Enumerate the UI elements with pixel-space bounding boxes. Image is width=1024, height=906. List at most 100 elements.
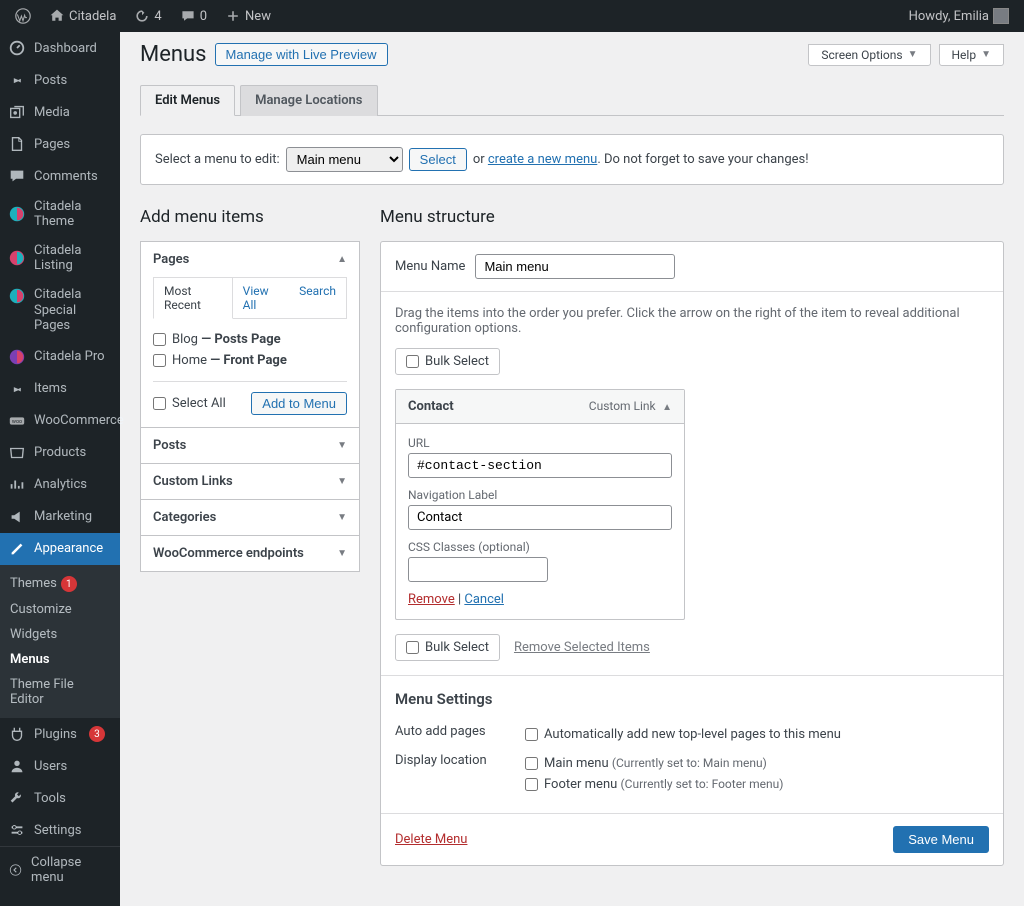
display-location-label: Display location bbox=[395, 753, 525, 795]
sidebar-comments[interactable]: Comments bbox=[0, 160, 120, 192]
page-icon bbox=[8, 135, 26, 153]
comments[interactable]: 0 bbox=[173, 0, 214, 32]
sidebar-citadela-pro[interactable]: Citadela Pro bbox=[0, 341, 120, 373]
remove-item-link[interactable]: Remove bbox=[408, 592, 455, 607]
sidebar-users[interactable]: Users bbox=[0, 750, 120, 782]
css-input[interactable] bbox=[408, 557, 548, 582]
tab-view-all[interactable]: View All bbox=[233, 278, 289, 318]
select-all[interactable]: Select All bbox=[153, 393, 226, 414]
caret-down-icon: ▼ bbox=[337, 512, 347, 523]
admin-bar: Citadela 4 0 New Howdy, Emilia bbox=[0, 0, 1024, 32]
dashboard-icon bbox=[8, 39, 26, 57]
updates[interactable]: 4 bbox=[127, 0, 168, 32]
bulk-select-top[interactable]: Bulk Select bbox=[395, 348, 500, 375]
pin-icon bbox=[8, 380, 26, 398]
url-label: URL bbox=[408, 436, 672, 450]
help-button[interactable]: Help▼ bbox=[939, 44, 1005, 66]
auto-add-check[interactable]: Automatically add new top-level pages to… bbox=[525, 724, 989, 745]
add-items-heading: Add menu items bbox=[140, 207, 360, 227]
screen-options-button[interactable]: Screen Options▼ bbox=[808, 44, 930, 66]
accordion-posts[interactable]: Posts▼ bbox=[141, 428, 359, 463]
caret-down-icon: ▼ bbox=[981, 49, 991, 60]
site-name[interactable]: Citadela bbox=[42, 0, 123, 32]
add-to-menu-button[interactable]: Add to Menu bbox=[251, 392, 347, 415]
submenu-themes[interactable]: Themes1 bbox=[0, 571, 120, 598]
sidebar-products[interactable]: Products bbox=[0, 437, 120, 469]
nav-tabs: Edit Menus Manage Locations bbox=[140, 85, 1004, 116]
caret-up-icon: ▲ bbox=[662, 402, 672, 413]
settings-icon bbox=[8, 821, 26, 839]
caret-down-icon: ▼ bbox=[337, 548, 347, 559]
page-item[interactable]: Blog — Posts Page bbox=[153, 329, 347, 350]
create-menu-link[interactable]: create a new menu bbox=[488, 152, 597, 167]
sidebar-marketing[interactable]: Marketing bbox=[0, 501, 120, 533]
page-title: Menus bbox=[140, 42, 207, 67]
tab-most-recent[interactable]: Most Recent bbox=[153, 277, 233, 319]
menu-structure-heading: Menu structure bbox=[380, 207, 1004, 227]
sidebar-analytics[interactable]: Analytics bbox=[0, 469, 120, 501]
menu-item-header[interactable]: Contact Custom Link ▲ bbox=[396, 390, 684, 424]
admin-sidebar: Dashboard Posts Media Pages Comments Cit… bbox=[0, 32, 120, 906]
submenu-widgets[interactable]: Widgets bbox=[0, 622, 120, 647]
sidebar-citadela-special[interactable]: Citadela Special Pages bbox=[0, 280, 120, 341]
menu-item-contact: Contact Custom Link ▲ URL Navigation Lab… bbox=[395, 389, 685, 620]
accordion-custom-links[interactable]: Custom Links▼ bbox=[141, 464, 359, 499]
bulk-select-bottom[interactable]: Bulk Select bbox=[395, 634, 500, 661]
caret-down-icon: ▼ bbox=[908, 49, 918, 60]
auto-add-label: Auto add pages bbox=[395, 724, 525, 745]
home-icon bbox=[49, 8, 65, 24]
page-checkbox[interactable] bbox=[153, 333, 166, 346]
cancel-link[interactable]: Cancel bbox=[464, 592, 504, 607]
submenu-customize[interactable]: Customize bbox=[0, 597, 120, 622]
accordion-pages: Pages▲ Most Recent View All Search Blog … bbox=[140, 241, 360, 428]
sidebar-media[interactable]: Media bbox=[0, 96, 120, 128]
menu-name-input[interactable] bbox=[475, 254, 675, 279]
accordion-woo[interactable]: WooCommerce endpoints▼ bbox=[141, 536, 359, 571]
url-input[interactable] bbox=[408, 453, 672, 478]
new-content[interactable]: New bbox=[218, 0, 278, 32]
page-item[interactable]: Home — Front Page bbox=[153, 350, 347, 371]
main-content: Menus Manage with Live Preview Screen Op… bbox=[120, 32, 1024, 906]
sidebar-citadela-listing[interactable]: Citadela Listing bbox=[0, 236, 120, 280]
wordpress-icon bbox=[15, 8, 31, 24]
avatar bbox=[993, 8, 1009, 24]
live-preview-button[interactable]: Manage with Live Preview bbox=[215, 43, 388, 66]
delete-menu-link[interactable]: Delete Menu bbox=[395, 832, 467, 847]
sidebar-posts[interactable]: Posts bbox=[0, 64, 120, 96]
remove-selected-link[interactable]: Remove Selected Items bbox=[514, 640, 650, 655]
woo-icon: woo bbox=[8, 412, 26, 430]
sidebar-citadela-theme[interactable]: Citadela Theme bbox=[0, 192, 120, 236]
sidebar-items[interactable]: Items bbox=[0, 373, 120, 405]
menu-select[interactable]: Main menu bbox=[286, 147, 403, 172]
page-checkbox[interactable] bbox=[153, 354, 166, 367]
accordion-pages-head[interactable]: Pages▲ bbox=[141, 242, 359, 277]
select-label: Select a menu to edit: bbox=[155, 152, 280, 167]
sidebar-dashboard[interactable]: Dashboard bbox=[0, 32, 120, 64]
wp-logo[interactable] bbox=[8, 0, 38, 32]
location-footer[interactable]: Footer menu (Currently set to: Footer me… bbox=[525, 774, 989, 795]
citadela-icon bbox=[8, 249, 26, 267]
location-main[interactable]: Main menu (Currently set to: Main menu) bbox=[525, 753, 989, 774]
sidebar-pages[interactable]: Pages bbox=[0, 128, 120, 160]
appearance-submenu: Themes1 Customize Widgets Menus Theme Fi… bbox=[0, 565, 120, 719]
css-label: CSS Classes (optional) bbox=[408, 540, 672, 554]
collapse-menu[interactable]: Collapse menu bbox=[0, 846, 120, 893]
accordion-categories[interactable]: Categories▼ bbox=[141, 500, 359, 535]
plugins-icon bbox=[8, 725, 26, 743]
howdy-account[interactable]: Howdy, Emilia bbox=[902, 0, 1016, 32]
tab-manage-locations[interactable]: Manage Locations bbox=[240, 85, 377, 116]
tab-search[interactable]: Search bbox=[289, 278, 346, 318]
nav-label-input[interactable] bbox=[408, 505, 672, 530]
select-button[interactable]: Select bbox=[409, 148, 467, 171]
save-menu-button[interactable]: Save Menu bbox=[893, 826, 989, 853]
sidebar-woocommerce[interactable]: wooWooCommerce bbox=[0, 405, 120, 437]
sidebar-plugins[interactable]: Plugins3 bbox=[0, 718, 120, 750]
sidebar-appearance[interactable]: Appearance bbox=[0, 533, 120, 565]
update-icon bbox=[134, 8, 150, 24]
sidebar-tools[interactable]: Tools bbox=[0, 782, 120, 814]
caret-up-icon: ▲ bbox=[337, 254, 347, 265]
tab-edit-menus[interactable]: Edit Menus bbox=[140, 85, 235, 116]
submenu-menus[interactable]: Menus bbox=[0, 647, 120, 672]
sidebar-settings[interactable]: Settings bbox=[0, 814, 120, 846]
submenu-theme-editor[interactable]: Theme File Editor bbox=[0, 672, 120, 712]
